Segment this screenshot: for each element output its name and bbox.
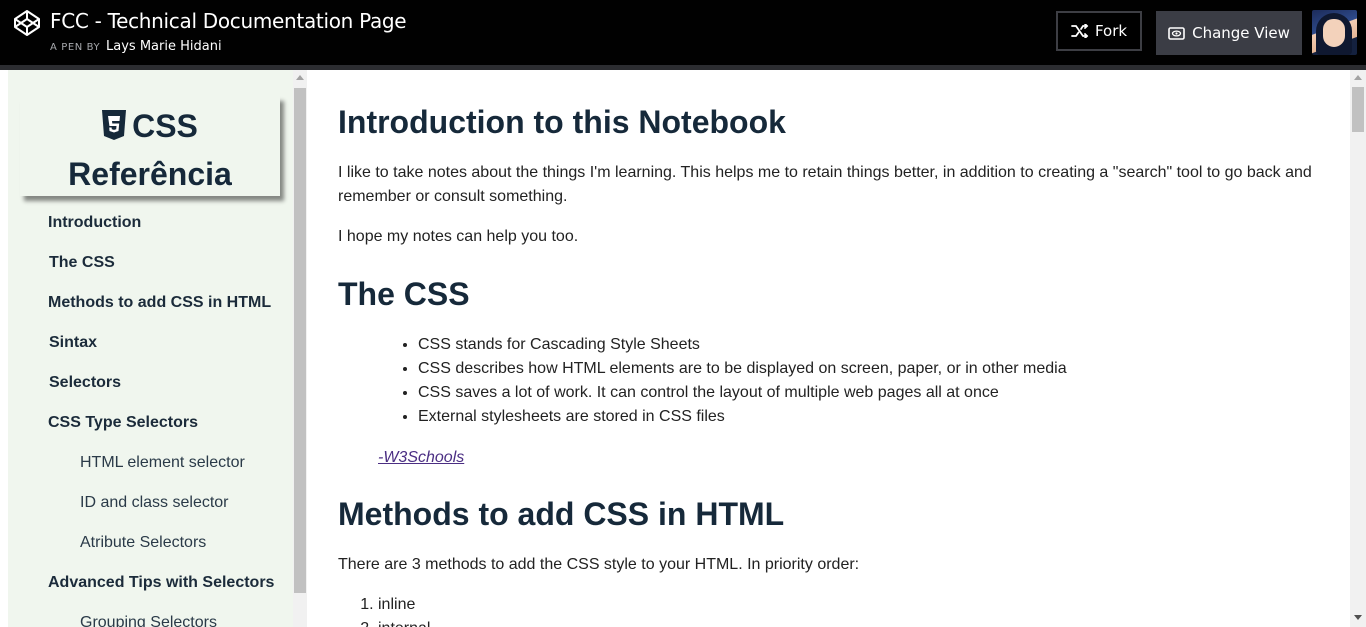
nav-link-grouping-selectors[interactable]: Grouping Selectors bbox=[80, 614, 217, 627]
nav-header-text: CSS Referência bbox=[68, 108, 232, 192]
nav-header: CSS Referência bbox=[20, 96, 280, 196]
css-bullet-list: CSS stands for Cascading Style Sheets CS… bbox=[378, 333, 1067, 429]
list-item: External stylesheets are stored in CSS f… bbox=[418, 405, 1067, 429]
main-scroll-up-icon[interactable] bbox=[1354, 75, 1362, 80]
nav-link-the-css[interactable]: The CSS bbox=[49, 254, 115, 272]
change-view-button[interactable]: Change View bbox=[1156, 11, 1302, 55]
byline-prefix: A PEN BY bbox=[50, 42, 101, 53]
nav-link-introduction[interactable]: Introduction bbox=[48, 214, 141, 232]
main-scroll-thumb[interactable] bbox=[1352, 87, 1364, 132]
list-item: CSS saves a lot of work. It can control … bbox=[418, 381, 1067, 405]
codepen-logo-icon[interactable] bbox=[13, 9, 41, 37]
intro-paragraph-2: I hope my notes can help you too. bbox=[338, 228, 579, 245]
codepen-header: FCC - Technical Documentation Page A PEN… bbox=[0, 0, 1366, 70]
eye-icon bbox=[1168, 26, 1185, 40]
list-item: internal bbox=[378, 617, 430, 627]
avatar[interactable] bbox=[1312, 10, 1357, 55]
navbar: CSS Referência Introduction The CSS Meth… bbox=[8, 70, 293, 627]
pen-title[interactable]: FCC - Technical Documentation Page bbox=[50, 9, 407, 33]
nav-link-css-type-selectors[interactable]: CSS Type Selectors bbox=[48, 414, 198, 432]
left-gutter bbox=[0, 70, 8, 627]
nav-link-advanced-tips[interactable]: Advanced Tips with Selectors bbox=[48, 574, 274, 592]
main-scroll-down-icon[interactable] bbox=[1354, 615, 1362, 620]
nav-scroll-up-icon[interactable] bbox=[296, 75, 304, 80]
fork-button[interactable]: Fork bbox=[1056, 11, 1142, 51]
w3schools-citation-link[interactable]: -W3Schools bbox=[378, 449, 464, 467]
result-frame: CSS Referência Introduction The CSS Meth… bbox=[0, 70, 1366, 627]
css3-logo-icon bbox=[102, 110, 127, 140]
main-scrollbar[interactable] bbox=[1350, 70, 1366, 627]
change-view-label: Change View bbox=[1192, 24, 1290, 42]
methods-paragraph: There are 3 methods to add the CSS style… bbox=[338, 556, 860, 573]
section-heading-methods: Methods to add CSS in HTML bbox=[338, 496, 785, 532]
author-link[interactable]: Lays Marie Hidani bbox=[106, 39, 222, 54]
methods-ordered-list: inline internal bbox=[358, 593, 430, 627]
nav-scroll-thumb[interactable] bbox=[294, 88, 306, 593]
section-heading-introduction: Introduction to this Notebook bbox=[338, 104, 786, 140]
list-item: CSS stands for Cascading Style Sheets bbox=[418, 333, 1067, 357]
pen-byline: A PEN BY Lays Marie Hidani bbox=[50, 39, 222, 54]
nav-link-sintax[interactable]: Sintax bbox=[49, 334, 97, 352]
nav-link-html-element-selector[interactable]: HTML element selector bbox=[80, 454, 245, 472]
nav-link-methods[interactable]: Methods to add CSS in HTML bbox=[48, 294, 271, 312]
fork-icon bbox=[1071, 24, 1089, 38]
fork-label: Fork bbox=[1094, 22, 1128, 40]
nav-link-atribute-selectors[interactable]: Atribute Selectors bbox=[80, 534, 206, 552]
nav-scrollbar[interactable] bbox=[293, 70, 307, 627]
list-item: inline bbox=[378, 593, 430, 617]
nav-link-selectors[interactable]: Selectors bbox=[49, 374, 121, 392]
intro-paragraph-1: I like to take notes about the things I'… bbox=[338, 164, 1312, 205]
main-doc: Introduction to this Notebook I like to … bbox=[307, 70, 1350, 627]
nav-link-id-class-selector[interactable]: ID and class selector bbox=[80, 494, 229, 512]
section-heading-the-css: The CSS bbox=[338, 276, 470, 312]
list-item: CSS describes how HTML elements are to b… bbox=[418, 357, 1067, 381]
avatar-face bbox=[1323, 19, 1345, 47]
